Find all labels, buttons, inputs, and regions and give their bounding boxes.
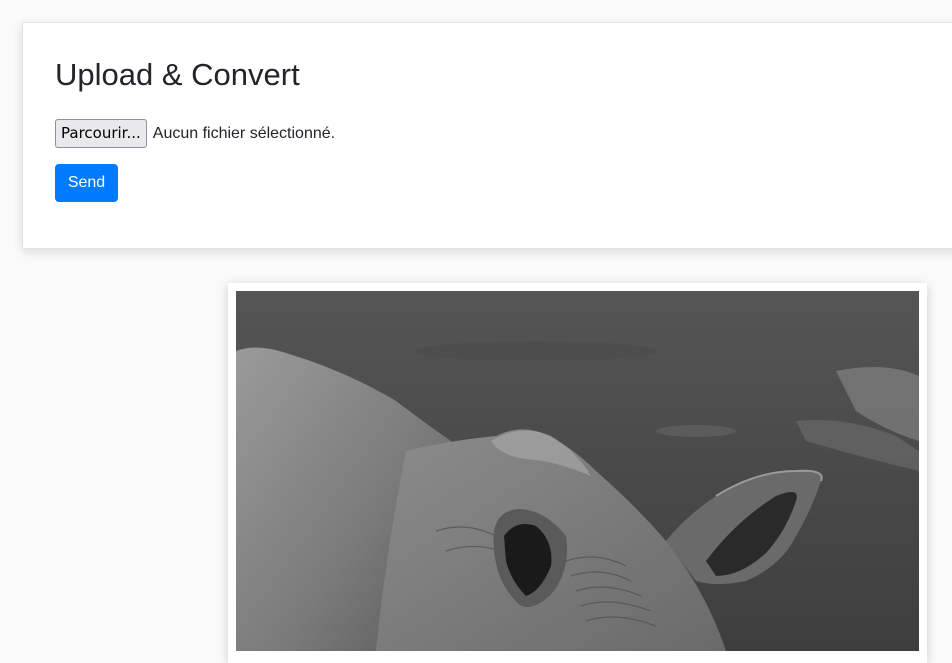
upload-form-card: Upload & Convert Parcourir... Aucun fich… — [22, 22, 952, 249]
file-status-text: Aucun fichier sélectionné. — [152, 124, 336, 142]
browse-file-button[interactable]: Parcourir... — [55, 119, 147, 148]
converted-image-card — [228, 283, 927, 663]
file-input[interactable]: Parcourir... Aucun fichier sélectionné. — [55, 119, 335, 148]
send-button[interactable]: Send — [55, 164, 118, 202]
rhino-photo — [236, 291, 919, 651]
page-title: Upload & Convert — [55, 57, 300, 92]
